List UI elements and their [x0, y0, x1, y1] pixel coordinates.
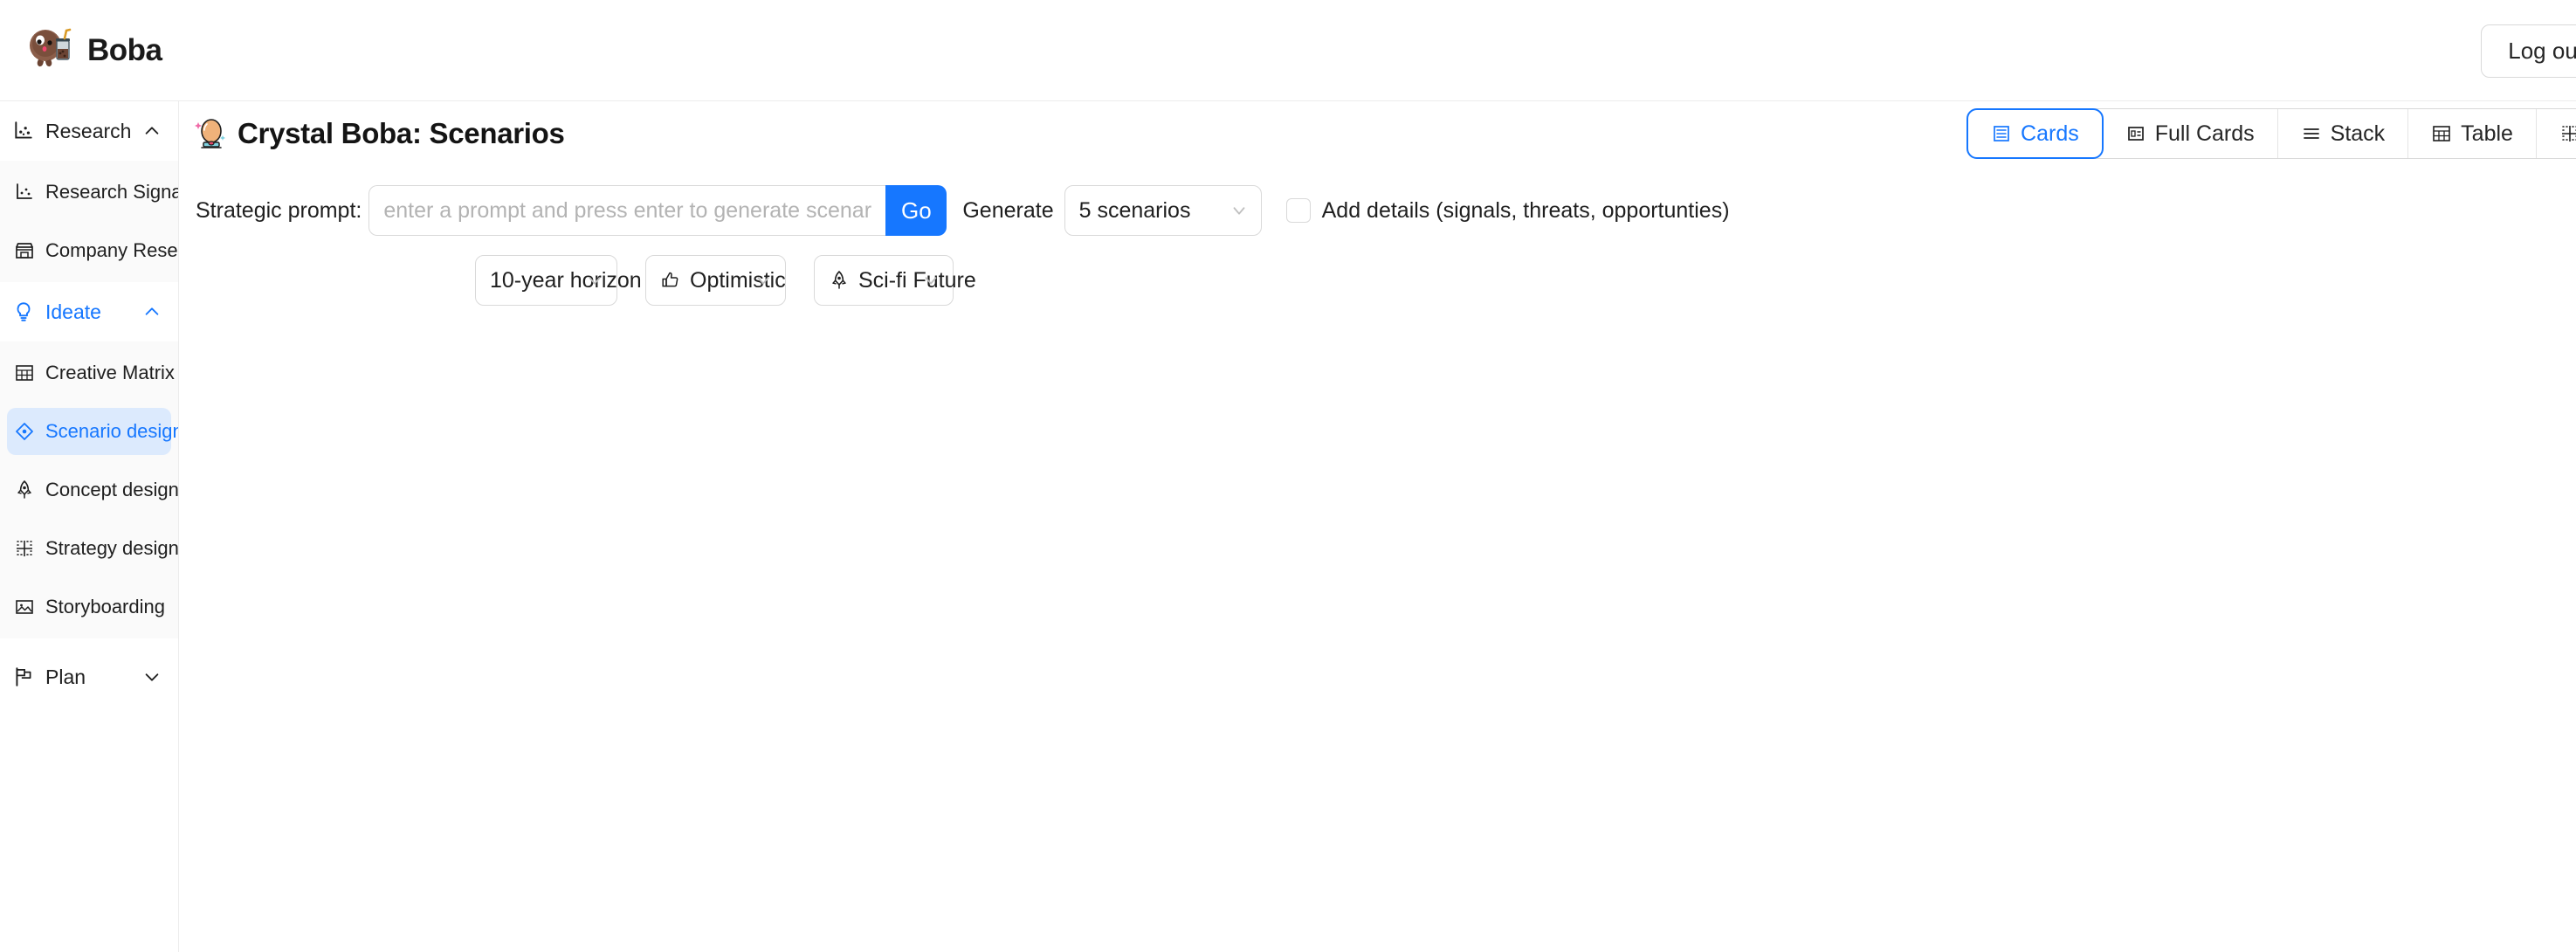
tab-label: Table	[2461, 121, 2513, 147]
tab-full-cards[interactable]: Full Cards	[2103, 109, 2278, 158]
sidebar-group-plan[interactable]: Plan	[0, 647, 178, 707]
top-bar-right: Log out	[2481, 24, 2576, 78]
tab-label: Full Cards	[2155, 121, 2255, 147]
page-title-wrap: Crystal Boba: Scenarios	[194, 116, 565, 151]
table-grid-icon	[2431, 123, 2452, 144]
full-cards-icon	[2125, 123, 2146, 144]
prompt-input-group: Go	[368, 185, 947, 236]
chevron-down-icon	[921, 271, 940, 290]
sidebar-group-research[interactable]: Research	[0, 101, 178, 161]
sidebar-item-label: Research Signals	[45, 181, 179, 204]
brand[interactable]: Boba	[26, 26, 162, 75]
view-tabs: Cards Full Cards Stack	[1966, 108, 2576, 159]
tab-label: Stack	[2331, 121, 2386, 147]
tab-label: Cards	[2021, 121, 2079, 147]
table-grid-icon	[14, 362, 35, 383]
prompt-input[interactable]	[368, 185, 885, 236]
add-details-group: Add details (signals, threats, opportunt…	[1286, 198, 1730, 224]
brand-name: Boba	[87, 33, 162, 68]
page-header: Crystal Boba: Scenarios Cards Full Cards	[180, 101, 2576, 166]
sidebar-item-label: Creative Matrix	[45, 362, 175, 384]
generate-label: Generate	[962, 198, 1053, 224]
top-bar: Boba Log out	[0, 0, 2576, 101]
sidebar-item-label: Strategy design	[45, 537, 179, 560]
sidebar-item-label: Storyboarding	[45, 596, 165, 618]
sidebar-subgroup-research: Research Signals Company Research	[0, 161, 178, 282]
sidebar: Research Research Signals Company Resear…	[0, 101, 179, 952]
flag-icon	[12, 666, 35, 688]
login-button[interactable]: Log out	[2481, 24, 2576, 78]
add-details-checkbox[interactable]	[1286, 198, 1311, 223]
lightbulb-icon	[12, 300, 35, 323]
scatter-chart-icon	[12, 120, 35, 142]
page-title: Crystal Boba: Scenarios	[238, 117, 565, 150]
cards-icon	[1991, 123, 2012, 144]
rocket-icon	[14, 479, 35, 500]
sidebar-group-label: Ideate	[45, 300, 101, 324]
sidebar-group-ideate[interactable]: Ideate	[0, 282, 178, 341]
style-value: Sci-fi Future	[858, 268, 976, 293]
dotted-grid-icon	[14, 538, 35, 559]
go-button[interactable]: Go	[885, 185, 947, 236]
sidebar-item-label: Company Research	[45, 239, 179, 262]
tab-table[interactable]: Table	[2408, 109, 2537, 158]
dotted-grid-icon	[2559, 123, 2576, 144]
tab-matrix[interactable]: Matrix	[2537, 109, 2576, 158]
chevron-down-icon	[754, 271, 773, 290]
sidebar-item-scenario-design[interactable]: Scenario design	[7, 408, 171, 455]
scenario-count-select[interactable]: 5 scenarios	[1064, 185, 1262, 236]
add-details-label[interactable]: Add details (signals, threats, opportunt…	[1322, 198, 1730, 224]
chevron-up-icon[interactable]	[142, 302, 162, 321]
main-content: Crystal Boba: Scenarios Cards Full Cards	[180, 101, 2576, 952]
filter-row: 10-year horizon Optimistic Sci-fi Future	[180, 255, 2576, 306]
sidebar-item-creative-matrix[interactable]: Creative Matrix	[7, 349, 171, 397]
sidebar-item-label: Scenario design	[45, 420, 179, 443]
sidebar-item-storyboarding[interactable]: Storyboarding	[7, 583, 171, 631]
image-picture-icon	[14, 597, 35, 617]
sidebar-group-label: Research	[45, 120, 131, 143]
scatter-chart-icon	[14, 182, 35, 203]
stack-lines-icon	[2301, 123, 2322, 144]
thumbs-up-icon	[660, 270, 681, 291]
style-select[interactable]: Sci-fi Future	[814, 255, 954, 306]
sidebar-group-label: Plan	[45, 666, 86, 689]
storefront-icon	[14, 240, 35, 261]
crystal-ball-icon	[194, 116, 229, 151]
horizon-select[interactable]: 10-year horizon	[475, 255, 617, 306]
sidebar-item-research-signals[interactable]: Research Signals	[7, 169, 171, 216]
tab-cards[interactable]: Cards	[1966, 108, 2104, 159]
diamond-dot-icon	[14, 421, 35, 442]
chevron-down-icon[interactable]	[142, 667, 162, 686]
sidebar-item-concept-design[interactable]: Concept design	[7, 466, 171, 514]
chevron-down-icon	[585, 271, 604, 290]
sidebar-item-label: Concept design	[45, 479, 179, 501]
chevron-down-icon	[1229, 201, 1249, 220]
prompt-row: Strategic prompt: Go Generate 5 scenario…	[180, 185, 2576, 236]
sidebar-subgroup-ideate: Creative Matrix Scenario design Concept …	[0, 341, 178, 638]
chevron-up-icon[interactable]	[142, 121, 162, 141]
prompt-label: Strategic prompt:	[196, 198, 362, 224]
boba-mascot-icon	[26, 26, 75, 75]
sentiment-select[interactable]: Optimistic	[645, 255, 786, 306]
sidebar-item-company-research[interactable]: Company Research	[7, 227, 171, 274]
scenario-count-value: 5 scenarios	[1079, 198, 1191, 224]
tab-stack[interactable]: Stack	[2278, 109, 2409, 158]
sidebar-item-strategy-design[interactable]: Strategy design	[7, 525, 171, 572]
rocket-icon	[829, 270, 850, 291]
horizon-value: 10-year horizon	[490, 268, 642, 293]
